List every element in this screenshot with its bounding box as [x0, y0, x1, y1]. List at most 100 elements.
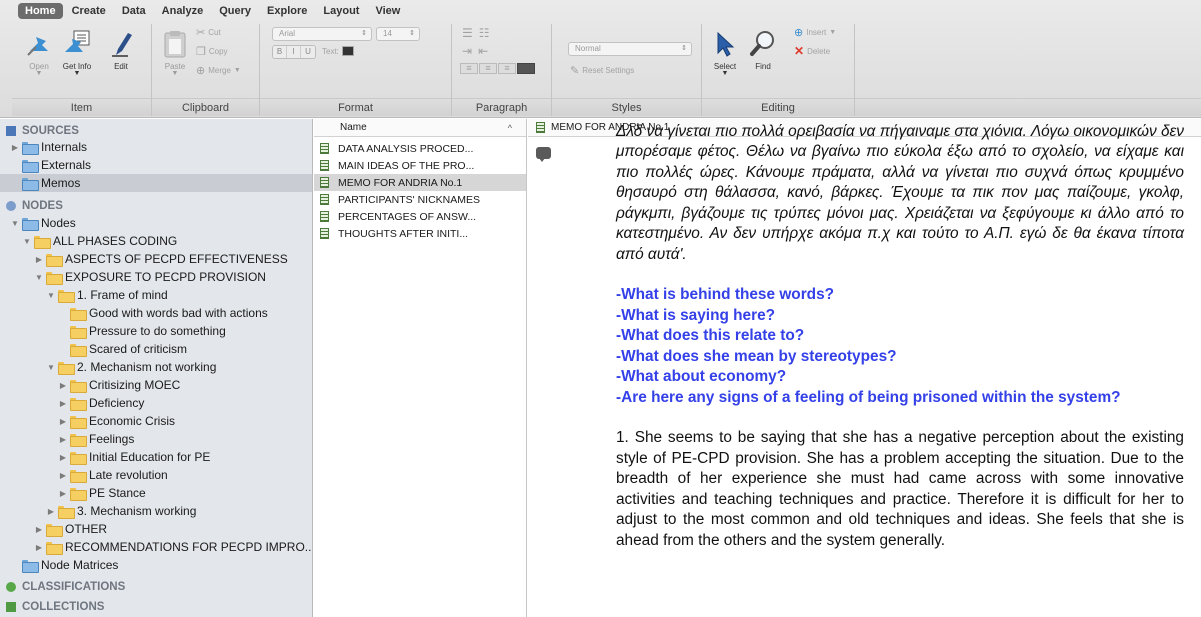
- list-item[interactable]: THOUGHTS AFTER INITI...: [314, 225, 526, 242]
- disclosure-triangle-icon[interactable]: ▶: [46, 507, 56, 516]
- list-item-selected[interactable]: MEMO FOR ANDRIA No.1: [314, 174, 526, 191]
- styles-group-label: Styles: [552, 98, 701, 116]
- node-pe-stance[interactable]: ▶ PE Stance: [58, 484, 146, 502]
- disclosure-triangle-icon[interactable]: ▶: [58, 381, 68, 390]
- node-mechanism-not-working[interactable]: ▼ 2. Mechanism not working: [46, 358, 216, 376]
- disclosure-triangle-icon[interactable]: ▶: [58, 489, 68, 498]
- memo-icon: [320, 211, 329, 222]
- tab-create[interactable]: Create: [65, 3, 113, 19]
- edit-button[interactable]: Edit: [104, 26, 138, 71]
- comment-icon[interactable]: [536, 147, 551, 162]
- document-body[interactable]: Να φύγουν ακόμα και τα λίγα στερεότυπα π…: [616, 119, 1184, 551]
- indent-icon[interactable]: ⇥: [462, 44, 472, 58]
- disclosure-triangle-icon[interactable]: ▼: [46, 363, 56, 372]
- italic-button[interactable]: I: [287, 46, 301, 58]
- list-item[interactable]: MAIN IDEAS OF THE PRO...: [314, 157, 526, 174]
- style-select[interactable]: Normal ⇕: [568, 42, 692, 56]
- align-left-icon[interactable]: ≡: [460, 63, 478, 74]
- tab-layout[interactable]: Layout: [316, 3, 366, 19]
- list-item[interactable]: PARTICIPANTS' NICKNAMES: [314, 191, 526, 208]
- folder-icon: [58, 505, 75, 519]
- find-button[interactable]: Find: [746, 26, 780, 71]
- font-size-select[interactable]: 14 ⇕: [376, 27, 420, 41]
- select-button[interactable]: Select ▼: [708, 26, 742, 77]
- list-item[interactable]: DATA ANALYSIS PROCED...: [314, 140, 526, 157]
- node-late-revolution[interactable]: ▶ Late revolution: [58, 466, 168, 484]
- copy-button[interactable]: ❐ Copy: [196, 45, 228, 58]
- nav-item-memos[interactable]: Memos: [0, 174, 312, 192]
- paste-button[interactable]: Paste ▼: [158, 26, 192, 77]
- align-center-icon[interactable]: ≡: [479, 63, 497, 74]
- node-recommendations[interactable]: ▶ RECOMMENDATIONS FOR PECPD IMPRO...: [34, 538, 312, 556]
- collections-section[interactable]: COLLECTIONS: [6, 598, 104, 616]
- font-select[interactable]: Arial ⇕: [272, 27, 372, 41]
- tab-query[interactable]: Query: [212, 3, 258, 19]
- outdent-icon[interactable]: ⇤: [478, 44, 488, 58]
- reset-settings-button[interactable]: ✎ Reset Settings: [570, 64, 634, 77]
- chevron-down-icon: ▼: [35, 70, 43, 77]
- disclosure-triangle-icon[interactable]: ▼: [46, 291, 56, 300]
- nav-item-nodes[interactable]: ▼ Nodes: [10, 214, 76, 232]
- node-deficiency[interactable]: ▶ Deficiency: [58, 394, 144, 412]
- disclosure-triangle-icon[interactable]: ▼: [22, 237, 32, 246]
- justify-icon[interactable]: [517, 63, 535, 74]
- node-critisizing[interactable]: ▶ Critisizing MOEC: [58, 376, 180, 394]
- list-item[interactable]: PERCENTAGES OF ANSW...: [314, 208, 526, 225]
- bold-button[interactable]: B: [273, 46, 287, 58]
- disclosure-triangle-icon[interactable]: ▶: [58, 471, 68, 480]
- merge-button[interactable]: ⊕ Merge ▼: [196, 64, 241, 77]
- tab-explore[interactable]: Explore: [260, 3, 314, 19]
- nav-item-internals[interactable]: ▶ Internals: [10, 138, 87, 156]
- node-all-phases-coding[interactable]: ▼ ALL PHASES CODING: [22, 232, 177, 250]
- node-initial-education[interactable]: ▶ Initial Education for PE: [58, 448, 210, 466]
- classifications-section[interactable]: CLASSIFICATIONS: [6, 578, 125, 596]
- disclosure-triangle-icon[interactable]: ▼: [34, 273, 44, 282]
- node-pressure[interactable]: Pressure to do something: [70, 322, 226, 340]
- tab-analyze[interactable]: Analyze: [155, 3, 211, 19]
- folder-icon: [70, 469, 87, 483]
- node-other[interactable]: ▶ OTHER: [34, 520, 107, 538]
- chevron-down-icon: ▼: [829, 28, 837, 36]
- disclosure-triangle-icon[interactable]: ▶: [58, 453, 68, 462]
- nav-item-node-matrices[interactable]: Node Matrices: [22, 556, 118, 574]
- numbered-list-icon[interactable]: ☷: [479, 26, 490, 40]
- disclosure-triangle-icon[interactable]: ▶: [58, 399, 68, 408]
- bullet-list-icon[interactable]: ☰: [462, 26, 473, 40]
- node-feelings[interactable]: ▶ Feelings: [58, 430, 134, 448]
- disclosure-triangle-icon[interactable]: ▶: [58, 435, 68, 444]
- underline-button[interactable]: U: [301, 46, 315, 58]
- text-color-control[interactable]: Text:: [322, 46, 354, 56]
- question-line: -Are here any signs of a feeling of bein…: [616, 388, 1121, 406]
- node-mechanism-working[interactable]: ▶ 3. Mechanism working: [46, 502, 196, 520]
- sort-ascending-icon[interactable]: ^: [508, 119, 512, 137]
- editing-group-label: Editing: [702, 98, 854, 116]
- disclosure-triangle-icon[interactable]: ▶: [34, 255, 44, 264]
- node-economic-crisis[interactable]: ▶ Economic Crisis: [58, 412, 175, 430]
- node-scared[interactable]: Scared of criticism: [70, 340, 187, 358]
- tab-view[interactable]: View: [368, 3, 407, 19]
- get-info-button[interactable]: Get Info ▼: [60, 26, 94, 77]
- node-aspects[interactable]: ▶ ASPECTS OF PECPD EFFECTIVENESS: [34, 250, 288, 268]
- node-frame-of-mind[interactable]: ▼ 1. Frame of mind: [46, 286, 168, 304]
- disclosure-triangle-icon[interactable]: ▼: [10, 219, 20, 228]
- folder-icon: [70, 325, 87, 339]
- insert-button[interactable]: ⊕ Insert ▼: [794, 26, 836, 39]
- disclosure-triangle-icon[interactable]: ▶: [10, 143, 20, 152]
- tab-home[interactable]: Home: [18, 3, 63, 19]
- node-exposure[interactable]: ▼ EXPOSURE TO PECPD PROVISION: [34, 268, 266, 286]
- alignment-buttons: ≡ ≡ ≡: [460, 63, 535, 74]
- delete-button[interactable]: ✕ Delete: [794, 44, 830, 58]
- list-header-name[interactable]: Name ^: [314, 119, 526, 137]
- clipboard-group-label: Clipboard: [152, 98, 259, 116]
- align-right-icon[interactable]: ≡: [498, 63, 516, 74]
- tab-data[interactable]: Data: [115, 3, 153, 19]
- nodes-section[interactable]: NODES: [6, 197, 63, 215]
- cut-button[interactable]: ✂ Cut: [196, 26, 221, 39]
- disclosure-triangle-icon[interactable]: ▶: [58, 417, 68, 426]
- open-button[interactable]: Open ▼: [22, 26, 56, 77]
- disclosure-triangle-icon[interactable]: ▶: [34, 525, 44, 534]
- disclosure-triangle-icon[interactable]: ▶: [34, 543, 44, 552]
- nav-item-externals[interactable]: Externals: [22, 156, 91, 174]
- node-good-with-words[interactable]: Good with words bad with actions: [70, 304, 268, 322]
- format-group: Arial ⇕ 14 ⇕ B I U Text: Format: [260, 24, 452, 116]
